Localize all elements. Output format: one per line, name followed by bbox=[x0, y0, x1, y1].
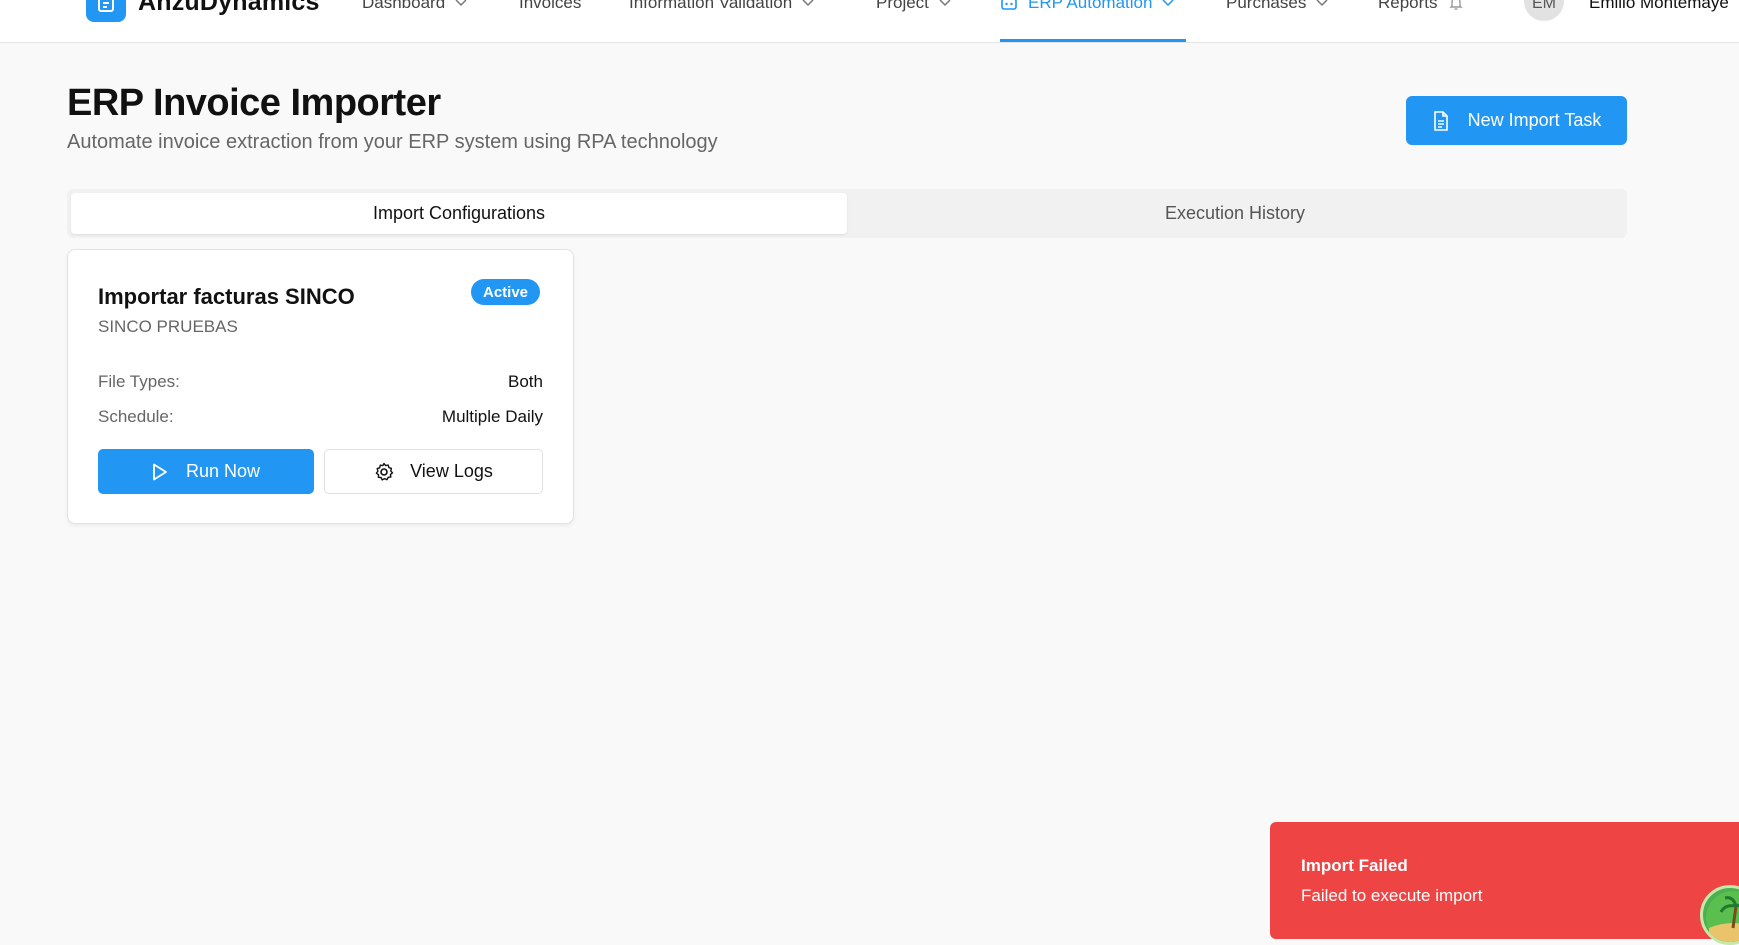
chevron-down-icon bbox=[802, 0, 814, 7]
run-now-label: Run Now bbox=[185, 461, 261, 481]
bell-icon[interactable] bbox=[1448, 0, 1464, 11]
nav-label: Invoices bbox=[519, 0, 582, 12]
nav-label: Reports bbox=[1378, 0, 1438, 12]
top-navigation-bar: AnzuDynamics Dashboard Invoices Informat… bbox=[0, 0, 1739, 43]
tab-execution-history[interactable]: Execution History bbox=[847, 193, 1623, 234]
file-text-icon bbox=[1433, 110, 1448, 131]
document-icon bbox=[86, 0, 126, 22]
nav-item-purchases[interactable]: Purchases bbox=[1226, 0, 1328, 13]
brand-name: AnzuDynamics bbox=[138, 0, 320, 16]
brand[interactable]: AnzuDynamics bbox=[86, 0, 320, 22]
page-title: ERP Invoice Importer bbox=[67, 82, 441, 124]
nav-item-reports[interactable]: Reports bbox=[1378, 0, 1464, 13]
config-subtitle: SINCO PRUEBAS bbox=[98, 317, 238, 336]
schedule-label: Schedule: bbox=[98, 407, 174, 426]
tab-label: Execution History bbox=[1164, 203, 1306, 223]
nav-item-project[interactable]: Project bbox=[876, 0, 951, 13]
avatar[interactable]: EM bbox=[1524, 0, 1564, 21]
nav-item-invoices[interactable]: Invoices bbox=[519, 0, 581, 13]
chevron-down-icon bbox=[939, 0, 951, 7]
import-config-card: Importar facturas SINCO SINCO PRUEBAS Ac… bbox=[67, 249, 574, 524]
robot-icon bbox=[1001, 0, 1017, 10]
file-types-label: File Types: bbox=[98, 372, 180, 391]
error-toast[interactable]: Import Failed Failed to execute import bbox=[1270, 822, 1739, 939]
tab-list: Import Configurations Execution History bbox=[67, 189, 1627, 238]
view-logs-label: View Logs bbox=[410, 461, 493, 481]
page-subtitle: Automate invoice extraction from your ER… bbox=[67, 131, 718, 153]
user-name[interactable]: Emilio Montemaye bbox=[1589, 0, 1729, 13]
new-import-task-button[interactable]: New Import Task bbox=[1406, 96, 1627, 145]
status-badge: Active bbox=[471, 279, 541, 305]
file-types-value: Both bbox=[508, 372, 543, 391]
view-logs-button[interactable]: View Logs bbox=[324, 449, 543, 494]
active-nav-indicator bbox=[1000, 39, 1186, 42]
schedule-value: Multiple Daily bbox=[441, 407, 543, 426]
play-icon bbox=[153, 463, 167, 480]
config-title: Importar facturas SINCO bbox=[98, 284, 355, 309]
nav-label: ERP Automation bbox=[1028, 0, 1153, 12]
nav-item-information-validation[interactable]: Information Validation bbox=[629, 0, 814, 13]
new-import-task-label: New Import Task bbox=[1467, 110, 1602, 130]
chevron-down-icon bbox=[455, 0, 467, 7]
nav-item-dashboard[interactable]: Dashboard bbox=[362, 0, 467, 13]
avatar-initials: EM bbox=[1532, 0, 1556, 12]
chevron-down-icon bbox=[1316, 0, 1328, 7]
nav-label: Project bbox=[876, 0, 929, 12]
nav-label: Dashboard bbox=[362, 0, 446, 12]
settings-gear-icon bbox=[375, 462, 394, 481]
tab-import-configurations[interactable]: Import Configurations bbox=[71, 193, 847, 234]
toast-title: Import Failed bbox=[1301, 856, 1408, 875]
run-now-button[interactable]: Run Now bbox=[98, 449, 314, 494]
nav-item-erp-automation[interactable]: ERP Automation bbox=[1000, 0, 1174, 13]
toast-message: Failed to execute import bbox=[1301, 886, 1483, 905]
tab-label: Import Configurations bbox=[372, 203, 546, 223]
nav-label: Purchases bbox=[1226, 0, 1307, 12]
chevron-down-icon bbox=[1162, 0, 1174, 7]
nav-label: Information Validation bbox=[629, 0, 793, 12]
